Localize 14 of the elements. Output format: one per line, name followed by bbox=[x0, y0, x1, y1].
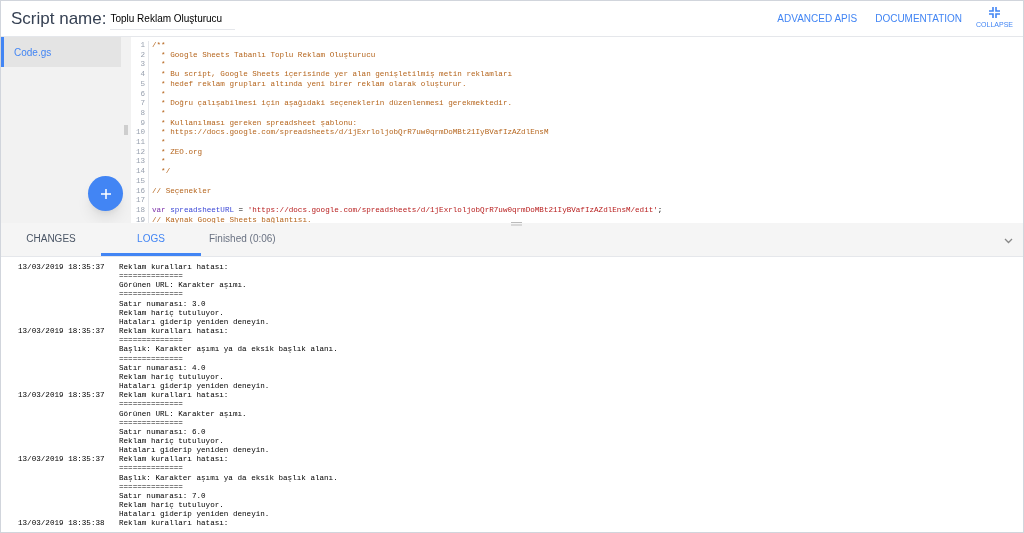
chevron-down-icon[interactable] bbox=[1004, 238, 1013, 244]
script-name-field[interactable]: Toplu Reklam Oluşturucu bbox=[110, 7, 236, 30]
header-link[interactable]: ADVANCED APIS bbox=[777, 11, 858, 26]
collapse-icon bbox=[989, 6, 1000, 18]
panel-tab[interactable]: LOGS bbox=[101, 223, 201, 256]
status-text: Finished (0:06) bbox=[209, 232, 276, 246]
splitter-handle-icon[interactable] bbox=[124, 125, 128, 135]
file-tab[interactable]: Code.gs bbox=[1, 37, 121, 67]
add-file-button[interactable] bbox=[88, 176, 123, 211]
resize-handle-icon[interactable] bbox=[511, 222, 522, 226]
panel-tab[interactable]: CHANGES bbox=[1, 223, 101, 256]
plus-icon bbox=[100, 188, 111, 199]
script-name-label: Script name: bbox=[11, 7, 107, 30]
header-link[interactable]: DOCUMENTATION bbox=[875, 11, 963, 26]
